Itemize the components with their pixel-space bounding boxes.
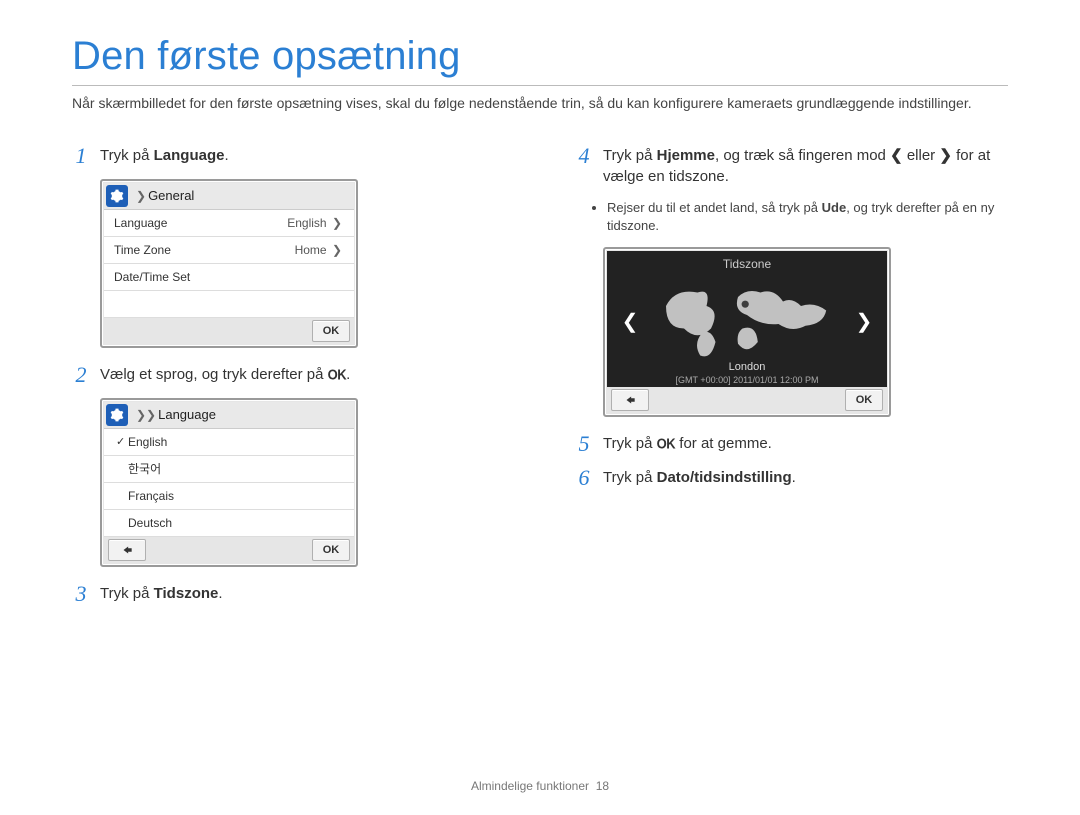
menu-footer: OK [607, 387, 887, 413]
map-prev-button[interactable]: ❮ [617, 303, 643, 339]
menu-item-label: Language [114, 216, 167, 230]
ok-glyph: OK [657, 434, 676, 454]
option-francais[interactable]: Français [104, 483, 354, 510]
option-label: 한국어 [128, 460, 161, 477]
step-number: 2 [72, 364, 90, 386]
menu-item-value: English [287, 216, 326, 230]
step-3: 3 Tryk på Tidszone. [72, 583, 505, 605]
screenshot-language-list: ❯❯ Language ✓ English 한국어 Français [100, 398, 358, 567]
chevron-right-icon: ❯ [332, 216, 342, 230]
menu-header: ❯ General [104, 183, 354, 210]
step-text: eller [903, 147, 940, 164]
option-label: Français [128, 489, 174, 503]
step-number: 1 [72, 145, 90, 167]
option-label: English [128, 435, 167, 449]
step-text: Tryk på [603, 147, 657, 164]
note-text: Rejser du til et andet land, så tryk på [607, 200, 822, 215]
breadcrumb-chevron-icon: ❯ [136, 189, 146, 203]
breadcrumb: General [148, 188, 194, 203]
step-number: 6 [575, 467, 593, 489]
step-number: 5 [575, 433, 593, 455]
gear-icon [106, 404, 128, 426]
breadcrumb-chevron-icon: ❯❯ [136, 408, 156, 422]
step-text: Tryk på [100, 147, 154, 164]
menu-item-value: Home [295, 243, 327, 257]
screenshot-timezone-map: Tidszone ❮ ❯ London [GMT +00:00] 201 [603, 247, 891, 417]
menu-item-timezone[interactable]: Time Zone Home ❯ [104, 237, 354, 264]
step-text: . [224, 147, 228, 164]
map-area[interactable]: Tidszone ❮ ❯ London [GMT +00:00] 201 [607, 251, 887, 387]
step-5: 5 Tryk på OK for at gemme. [575, 433, 1008, 455]
footer-chapter: Almindelige funktioner [471, 779, 589, 793]
step-bold: Dato/tidsindstilling [657, 469, 792, 486]
step-number: 4 [575, 145, 593, 187]
menu-item-datetime[interactable]: Date/Time Set [104, 264, 354, 291]
page-title: Den første opsætning [72, 34, 1008, 86]
intro-text: Når skærmbilledet for den første opsætni… [72, 94, 1008, 113]
menu-header: ❯❯ Language [104, 402, 354, 429]
ok-button[interactable]: OK [312, 320, 350, 342]
step-text: . [346, 366, 350, 383]
ok-button[interactable]: OK [312, 539, 350, 561]
breadcrumb: Language [158, 407, 216, 422]
option-deutsch[interactable]: Deutsch [104, 510, 354, 537]
step-text: Tryk på [100, 585, 154, 602]
gear-icon [106, 185, 128, 207]
screenshot-general-menu: ❯ General Language English ❯ Time Zone H… [100, 179, 358, 348]
step-4: 4 Tryk på Hjemme, og træk så fingeren mo… [575, 145, 1008, 187]
step-1: 1 Tryk på Language. [72, 145, 505, 167]
map-next-button[interactable]: ❯ [851, 303, 877, 339]
note-bold: Ude [822, 200, 847, 215]
timezone-meta: [GMT +00:00] 2011/01/01 12:00 PM [607, 375, 887, 385]
step-bold: Tidszone [154, 585, 219, 602]
step-text: , og træk så fingeren mod [715, 147, 890, 164]
map-title: Tidszone [607, 251, 887, 271]
step-text: Tryk på [603, 469, 657, 486]
step-2: 2 Vælg et sprog, og tryk derefter på OK. [72, 364, 505, 386]
step-number: 3 [72, 583, 90, 605]
step-text: Tryk på [603, 435, 657, 452]
city-label: London [607, 361, 887, 373]
back-button[interactable] [611, 389, 649, 411]
step-text: Vælg et sprog, og tryk derefter på [100, 366, 328, 383]
check-icon: ✓ [116, 435, 128, 448]
step-text: . [792, 469, 796, 486]
option-label: Deutsch [128, 516, 172, 530]
back-button[interactable] [108, 539, 146, 561]
menu-footer: OK [104, 318, 354, 344]
ok-glyph: OK [328, 365, 347, 385]
menu-footer: OK [104, 537, 354, 563]
step-bold: Hjemme [657, 147, 715, 164]
ok-button[interactable]: OK [845, 389, 883, 411]
chevron-left-icon: ❮ [890, 147, 903, 164]
world-map-icon [657, 279, 837, 369]
step-text: . [218, 585, 222, 602]
chevron-right-icon: ❯ [939, 147, 952, 164]
page-footer: Almindelige funktioner 18 [0, 779, 1080, 793]
step-4-note: Rejser du til et andet land, så tryk på … [607, 199, 1008, 235]
menu-item-language[interactable]: Language English ❯ [104, 210, 354, 237]
option-korean[interactable]: 한국어 [104, 456, 354, 483]
step-text: for at gemme. [675, 435, 772, 452]
step-bold: Language [154, 147, 225, 164]
step-6: 6 Tryk på Dato/tidsindstilling. [575, 467, 1008, 489]
footer-page-number: 18 [596, 779, 609, 793]
menu-item-label: Time Zone [114, 243, 171, 257]
chevron-right-icon: ❯ [332, 243, 342, 257]
option-english[interactable]: ✓ English [104, 429, 354, 456]
menu-item-label: Date/Time Set [114, 270, 190, 284]
